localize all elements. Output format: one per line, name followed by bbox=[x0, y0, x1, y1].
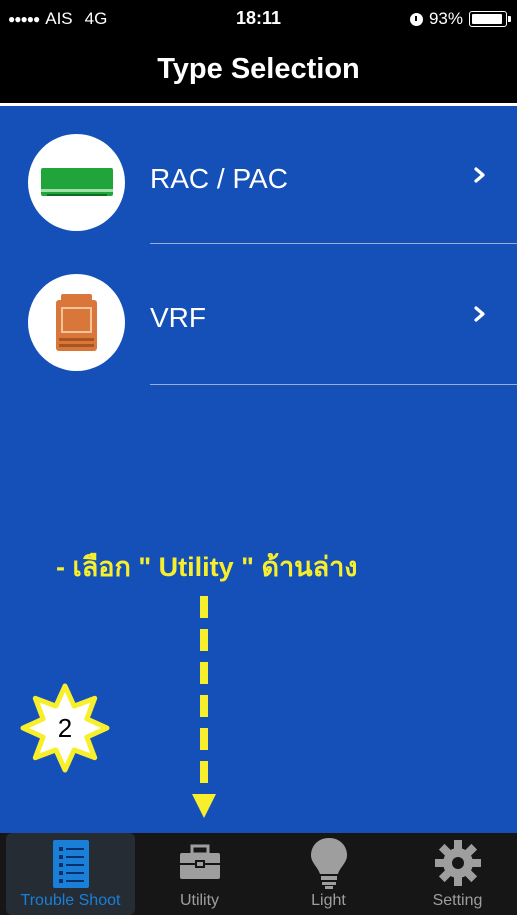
tab-label: Setting bbox=[432, 892, 483, 909]
type-row-rac-pac[interactable]: RAC / PAC bbox=[0, 104, 517, 244]
battery-icon bbox=[469, 11, 511, 27]
type-label: VRF bbox=[150, 302, 206, 333]
tab-setting[interactable]: Setting bbox=[393, 833, 517, 915]
alarm-icon bbox=[409, 12, 423, 26]
air-conditioner-icon bbox=[41, 168, 113, 196]
instruction-annotation: - เลือก " Utility " ด้านล่าง bbox=[56, 552, 358, 582]
tab-utility[interactable]: Utility bbox=[135, 833, 264, 915]
outdoor-unit-icon bbox=[56, 294, 97, 351]
tab-label: Trouble Shoot bbox=[20, 892, 121, 909]
type-row-vrf[interactable]: VRF bbox=[0, 244, 517, 385]
step-number: 2 bbox=[58, 713, 72, 743]
step-badge-star: 2 bbox=[20, 683, 110, 773]
navigation-bar: Type Selection bbox=[0, 40, 517, 106]
row-divider bbox=[150, 384, 517, 385]
tab-label: Light bbox=[311, 892, 346, 909]
status-bar: ●●●●● AIS 4G 18:11 93% bbox=[0, 0, 517, 40]
status-right: 93% bbox=[409, 9, 511, 29]
chevron-right-icon bbox=[474, 167, 485, 183]
vrf-avatar bbox=[28, 274, 125, 371]
tab-trouble-shoot[interactable]: Trouble Shoot bbox=[6, 833, 135, 915]
chevron-right-icon bbox=[474, 306, 485, 322]
battery-percent: 93% bbox=[428, 9, 463, 28]
toolbox-icon bbox=[179, 844, 220, 879]
gear-icon bbox=[434, 840, 481, 886]
list-icon bbox=[52, 840, 89, 888]
tab-light[interactable]: Light bbox=[264, 833, 393, 915]
page-title: Type Selection bbox=[157, 53, 360, 85]
tab-bar: Trouble Shoot Utility Light Setting bbox=[0, 833, 517, 915]
rac-pac-avatar bbox=[28, 134, 125, 231]
tab-label: Utility bbox=[179, 892, 220, 909]
type-label: RAC / PAC bbox=[150, 163, 288, 194]
down-arrow-icon bbox=[192, 596, 216, 818]
bulb-icon bbox=[310, 838, 347, 889]
